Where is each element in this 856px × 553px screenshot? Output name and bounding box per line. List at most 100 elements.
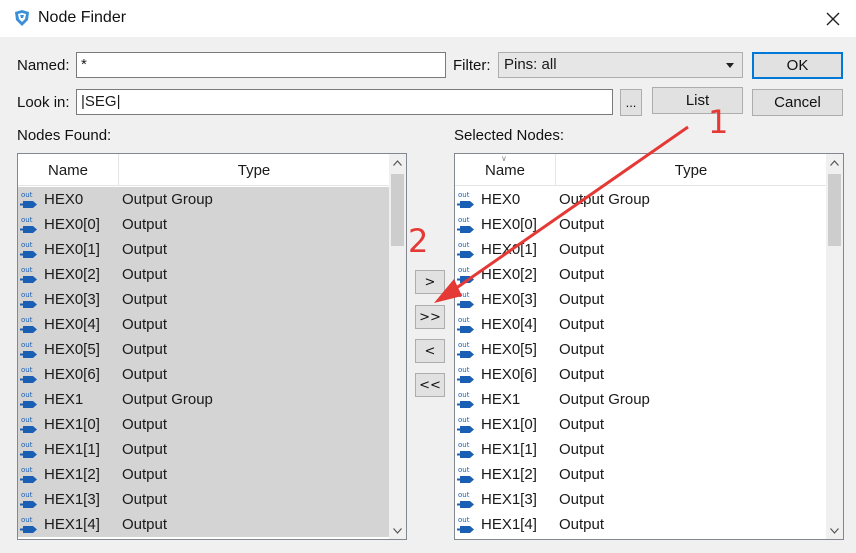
list-item[interactable]: out HEX1[4] Output: [455, 512, 827, 537]
node-name-cell: out HEX0[6]: [18, 364, 119, 386]
svg-text:out: out: [458, 291, 470, 299]
svg-text:out: out: [21, 316, 33, 324]
node-name: HEX1[3]: [481, 491, 537, 508]
node-name-cell: out HEX0[4]: [455, 314, 556, 336]
list-item[interactable]: out HEX1 Output Group: [18, 387, 390, 412]
output-pin-icon: out: [20, 291, 37, 308]
list-item[interactable]: out HEX0 Output Group: [18, 187, 390, 212]
list-item[interactable]: out HEX1[1] Output: [455, 437, 827, 462]
add-all-button[interactable]: >>: [415, 305, 445, 329]
list-item[interactable]: out HEX1[0] Output: [455, 412, 827, 437]
chevron-up-icon: [830, 159, 839, 166]
list-item[interactable]: out HEX0[4] Output: [455, 312, 827, 337]
node-name-cell: out HEX0[3]: [455, 289, 556, 311]
list-item[interactable]: out HEX0[6] Output: [455, 362, 827, 387]
node-type: Output Group: [122, 191, 213, 208]
output-pin-icon: out: [457, 316, 474, 333]
list-item[interactable]: out HEX0[2] Output: [455, 262, 827, 287]
svg-text:out: out: [21, 466, 33, 474]
node-type: Output: [559, 516, 605, 533]
list-item[interactable]: out HEX0[3] Output: [18, 287, 390, 312]
list-item[interactable]: out HEX0[2] Output: [18, 262, 390, 287]
list-item[interactable]: out HEX0[1] Output: [455, 237, 827, 262]
list-item[interactable]: out HEX1[2] Output: [455, 462, 827, 487]
svg-text:out: out: [21, 341, 33, 349]
remove-all-button[interactable]: <<: [415, 373, 445, 397]
svg-text:out: out: [458, 191, 470, 199]
scroll-up-button[interactable]: [389, 154, 406, 171]
named-input[interactable]: *: [76, 52, 446, 78]
node-name: HEX0[4]: [481, 316, 537, 333]
chevron-up-icon: [393, 159, 402, 166]
node-type: Output: [559, 441, 605, 458]
column-header-name[interactable]: ∨ Name: [455, 154, 556, 186]
cancel-button[interactable]: Cancel: [752, 89, 843, 116]
list-item[interactable]: out HEX0[3] Output: [455, 287, 827, 312]
node-name-cell: out HEX1[2]: [18, 464, 119, 486]
node-type: Output: [122, 441, 168, 458]
column-header-type[interactable]: Type: [119, 154, 390, 186]
list-item[interactable]: out HEX0 Output Group: [455, 187, 827, 212]
node-name: HEX0[5]: [481, 341, 537, 358]
add-selected-button[interactable]: >: [415, 270, 445, 294]
svg-text:out: out: [458, 466, 470, 474]
list-item[interactable]: out HEX0[0] Output: [18, 212, 390, 237]
node-type: Output: [122, 241, 168, 258]
node-name: HEX1[3]: [44, 491, 100, 508]
remove-selected-button[interactable]: <: [415, 339, 445, 363]
list-item[interactable]: out HEX1 Output Group: [455, 387, 827, 412]
list-item[interactable]: out HEX0[5] Output: [455, 337, 827, 362]
list-button[interactable]: List: [652, 87, 743, 114]
node-name: HEX1[4]: [44, 516, 100, 533]
list-item[interactable]: out HEX1[3] Output: [455, 487, 827, 512]
lookin-input[interactable]: |SEG|: [76, 89, 613, 115]
column-header-name[interactable]: Name: [18, 154, 119, 186]
title-bar: Node Finder: [0, 0, 856, 37]
selected-nodes-list[interactable]: ∨ Name Type out HEX0 Output Group out HEX0[0…: [454, 153, 844, 540]
node-name: HEX1[4]: [481, 516, 537, 533]
scroll-thumb[interactable]: [828, 174, 841, 246]
selected-nodes-rows: out HEX0 Output Group out HEX0[0] Output out HE…: [455, 187, 827, 537]
list-item[interactable]: out HEX1[0] Output: [18, 412, 390, 437]
list-item[interactable]: out HEX1[1] Output: [18, 437, 390, 462]
selected-nodes-scrollbar[interactable]: [826, 154, 843, 539]
node-type: Output: [559, 466, 605, 483]
browse-button[interactable]: ...: [620, 89, 642, 116]
node-name: HEX0[6]: [44, 366, 100, 383]
node-name-cell: out HEX0: [455, 189, 556, 211]
list-item[interactable]: out HEX1[3] Output: [18, 487, 390, 512]
nodes-found-scrollbar[interactable]: [389, 154, 406, 539]
node-name-cell: out HEX0[2]: [18, 264, 119, 286]
list-item[interactable]: out HEX1[4] Output: [18, 512, 390, 537]
annotation-step-2: 2: [408, 222, 429, 260]
chevron-down-icon: [393, 527, 402, 534]
list-item[interactable]: out HEX1[2] Output: [18, 462, 390, 487]
list-item[interactable]: out HEX0[6] Output: [18, 362, 390, 387]
list-item[interactable]: out HEX0[5] Output: [18, 337, 390, 362]
scroll-up-button[interactable]: [826, 154, 843, 171]
output-pin-icon: out: [20, 491, 37, 508]
filter-label: Filter:: [453, 57, 491, 74]
ok-button[interactable]: OK: [752, 52, 843, 79]
filter-select[interactable]: Pins: all: [498, 52, 743, 78]
scroll-thumb[interactable]: [391, 174, 404, 246]
node-name-cell: out HEX1[2]: [455, 464, 556, 486]
node-name: HEX0: [481, 191, 521, 208]
close-button[interactable]: [810, 0, 856, 37]
nodes-found-list[interactable]: Name Type out HEX0 Output Group out HEX0[0] O…: [17, 153, 407, 540]
output-pin-icon: out: [20, 441, 37, 458]
node-name: HEX1[1]: [44, 441, 100, 458]
node-name: HEX1[2]: [44, 466, 100, 483]
node-type: Output: [559, 316, 605, 333]
nodes-found-rows: out HEX0 Output Group out HEX0[0] Output out HE…: [18, 187, 390, 537]
list-item[interactable]: out HEX0[0] Output: [455, 212, 827, 237]
list-item[interactable]: out HEX0[4] Output: [18, 312, 390, 337]
scroll-down-button[interactable]: [826, 522, 843, 539]
output-pin-icon: out: [457, 241, 474, 258]
node-type: Output Group: [559, 391, 650, 408]
scroll-down-button[interactable]: [389, 522, 406, 539]
list-item[interactable]: out HEX0[1] Output: [18, 237, 390, 262]
node-name: HEX1[1]: [481, 441, 537, 458]
node-type: Output: [559, 341, 605, 358]
column-header-type[interactable]: Type: [556, 154, 827, 186]
